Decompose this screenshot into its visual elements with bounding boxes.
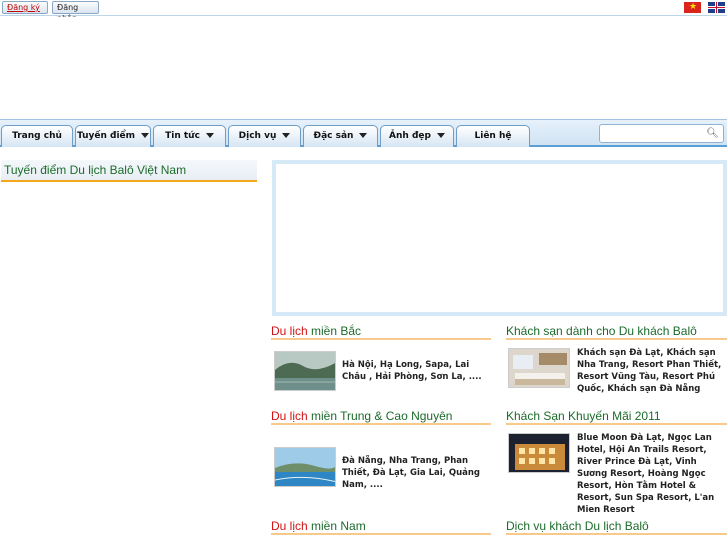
section-title: Dịch vụ khách Du lịch Balô	[506, 519, 649, 533]
section-south-heading[interactable]: Du lịch miền Nam	[271, 517, 491, 535]
nav-photos[interactable]: Ảnh đẹp	[380, 125, 454, 147]
slideshow-box	[272, 160, 727, 316]
nav-home[interactable]: Trang chủ	[1, 125, 73, 147]
top-bar: Đăng ký Đăng nhập ★	[0, 0, 727, 23]
nav-label: Ảnh đẹp	[389, 131, 431, 141]
nav-destinations[interactable]: Tuyến điểm	[75, 125, 151, 147]
nav-label: Trang chủ	[12, 131, 62, 141]
banner-area	[0, 17, 727, 119]
section-title-red: Du lịch	[271, 324, 308, 338]
promo-thumbnail[interactable]	[508, 433, 570, 473]
hotels-description: Khách sạn Đà Lạt, Khách sạn Nha Trang, R…	[577, 348, 722, 394]
section-title-red: Du lịch	[271, 519, 308, 533]
section-services-heading[interactable]: Dịch vụ khách Du lịch Balô	[506, 517, 727, 535]
chevron-down-icon	[436, 133, 445, 138]
section-hotels-heading[interactable]: Khách sạn dành cho Du khách Balô	[506, 322, 727, 340]
search-input[interactable]: 🔍︎	[599, 124, 724, 143]
chevron-down-icon	[359, 133, 368, 138]
section-north-heading[interactable]: Du lịch miền Bắc	[271, 322, 491, 340]
section-title-green: miền Trung & Cao Nguyên	[307, 409, 453, 423]
nav-label: Đặc sản	[313, 131, 354, 141]
central-thumbnail[interactable]	[274, 447, 336, 487]
chevron-down-icon	[141, 133, 150, 138]
left-heading-text[interactable]: Tuyến điểm Du lịch Balô Việt Nam	[4, 163, 186, 177]
nav-news[interactable]: Tin tức	[153, 125, 226, 147]
promo-description: Blue Moon Đà Lạt, Ngọc Lan Hotel, Hội An…	[577, 433, 715, 515]
central-description: Đà Nẵng, Nha Trang, Phan Thiết, Đà Lạt, …	[342, 456, 480, 490]
register-button[interactable]: Đăng ký	[2, 1, 48, 14]
nav-services[interactable]: Dịch vụ	[228, 125, 301, 147]
nav-label: Dịch vụ	[238, 131, 277, 141]
section-central-heading[interactable]: Du lịch miền Trung & Cao Nguyên	[271, 407, 491, 425]
section-promo-heading[interactable]: Khách Sạn Khuyến Mãi 2011	[506, 407, 727, 425]
nav-contact[interactable]: Liên hệ	[456, 125, 530, 147]
north-thumbnail[interactable]	[274, 351, 336, 391]
nav-label: Tuyến điểm	[76, 131, 136, 141]
nav-label: Liên hệ	[474, 131, 512, 141]
section-title: Khách Sạn Khuyến Mãi 2011	[506, 409, 661, 423]
nav-specialties[interactable]: Đặc sản	[303, 125, 378, 147]
left-column-heading: Tuyến điểm Du lịch Balô Việt Nam	[1, 160, 257, 182]
section-title-red: Du lịch	[271, 409, 308, 423]
main-nav: Trang chủ Tuyến điểm Tin tức Dịch vụ Đặc…	[0, 119, 727, 147]
chevron-down-icon	[205, 133, 214, 138]
uk-flag-icon[interactable]	[708, 2, 725, 13]
north-description: Hà Nội, Hạ Long, Sapa, Lai Châu , Hải Ph…	[342, 360, 482, 382]
section-title-green: miền Bắc	[307, 324, 362, 338]
hotels-thumbnail[interactable]	[508, 348, 570, 388]
search-icon[interactable]: 🔍︎	[706, 127, 719, 140]
chevron-down-icon	[282, 133, 291, 138]
section-title: Khách sạn dành cho Du khách Balô	[506, 324, 697, 338]
section-title-green: miền Nam	[307, 519, 366, 533]
vietnam-flag-icon[interactable]: ★	[684, 2, 701, 13]
page: Đăng ký Đăng nhập ★ Trang chủ Tuyến điểm…	[0, 0, 727, 545]
login-button[interactable]: Đăng nhập	[52, 1, 99, 23]
nav-label: Tin tức	[165, 131, 200, 141]
